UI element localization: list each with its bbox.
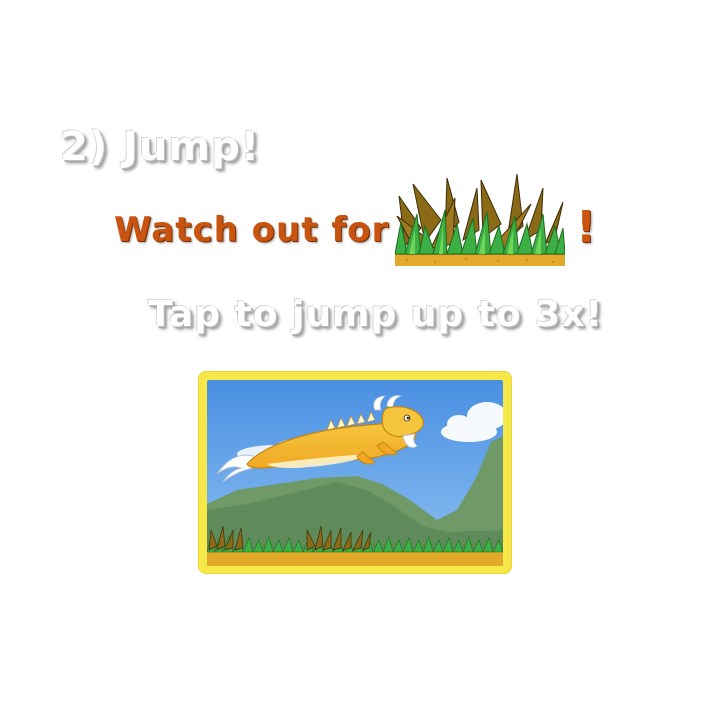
warning-exclamation: ! (576, 202, 597, 253)
thorny-bush-icon (395, 173, 565, 266)
warning-text: Watch out for (114, 210, 390, 250)
game-preview-scene (207, 380, 503, 566)
step-title: 2) Jump! (60, 124, 260, 170)
instruction-text: Tap to jump up to 3x! (148, 294, 603, 335)
preview-frame (198, 371, 512, 574)
hazard-warning: Watch out for ! (114, 173, 614, 272)
game-preview (207, 380, 503, 566)
